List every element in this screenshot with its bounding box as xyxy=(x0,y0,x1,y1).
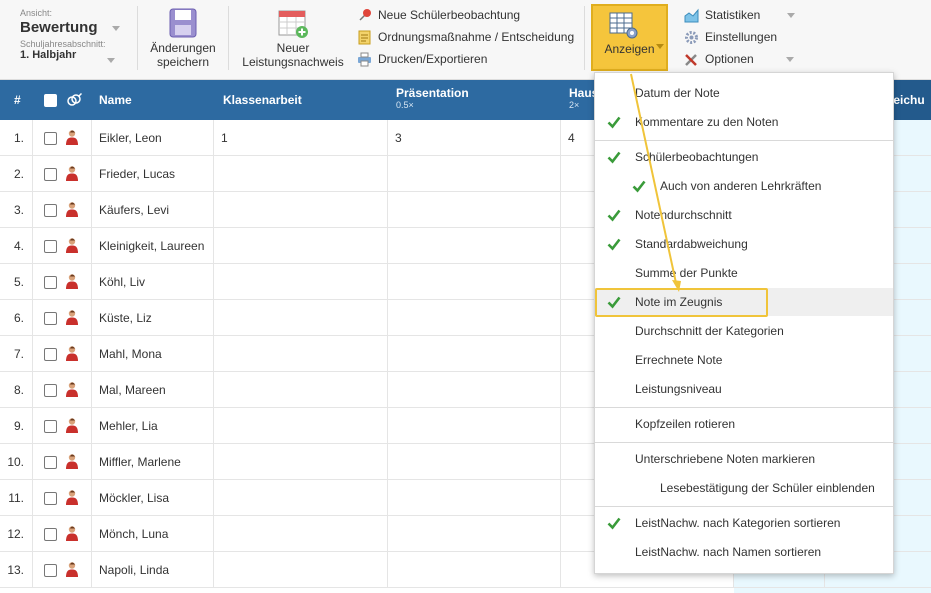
annotation-arrow xyxy=(630,73,681,292)
